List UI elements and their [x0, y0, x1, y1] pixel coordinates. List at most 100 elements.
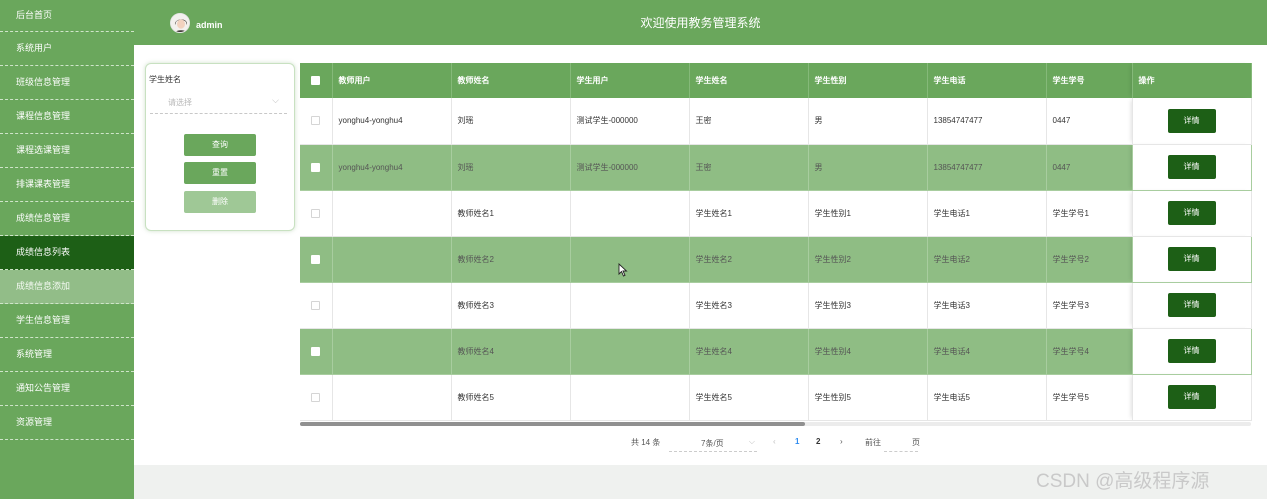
cell-teacher-user [332, 282, 452, 329]
cell-teacher-name: 教师姓名5 [451, 374, 571, 421]
sidebar-item-course-selection[interactable]: 课程选课管理 [0, 134, 134, 168]
chevron-down-icon: ⌵ [748, 437, 755, 446]
select-all-checkbox[interactable] [300, 63, 333, 98]
cell-phone: 13854747477 [927, 144, 1047, 191]
cell-teacher-user [332, 374, 452, 421]
col-header-teacher-name[interactable]: 教师姓名 [451, 63, 571, 98]
cell-actions: 详情 [1132, 328, 1252, 375]
col-header-teacher-user[interactable]: 教师用户 [332, 63, 452, 98]
sidebar-item-grade-info[interactable]: 成绩信息管理 [0, 202, 134, 236]
cell-gender: 男 [808, 144, 928, 191]
page-2-button[interactable]: 2 [816, 437, 820, 446]
cell-gender: 学生性别4 [808, 328, 928, 375]
page-size-select[interactable]: 7条/页 ⌵ [669, 437, 757, 452]
cell-teacher-name: 教师姓名1 [451, 190, 571, 237]
detail-button[interactable]: 详情 [1167, 293, 1216, 317]
cell-actions: 详情 [1132, 98, 1252, 145]
cell-student-user [570, 236, 690, 283]
sidebar-item-system-manage[interactable]: 系统管理 [0, 338, 134, 372]
cell-student-user [570, 282, 690, 329]
prev-page-button[interactable]: ‹ [773, 437, 776, 446]
table-row[interactable]: 教师姓名3 学生姓名3 学生性别3 学生电话3 学生学号3 详情 [300, 282, 1252, 329]
search-panel: 学生姓名 请选择 ⌵ 查询 重置 删除 [145, 63, 295, 231]
cell-student-name: 学生姓名1 [689, 190, 809, 237]
sidebar-item-grade-add[interactable]: 成绩信息添加 [0, 270, 134, 304]
cell-teacher-user: yonghu4-yonghu4 [332, 98, 452, 145]
chevron-down-icon: ⌵ [272, 95, 279, 105]
table-row[interactable]: 教师姓名4 学生姓名4 学生性别4 学生电话4 学生学号4 详情 [300, 328, 1252, 375]
cell-actions: 详情 [1132, 282, 1252, 329]
cell-student-user: 测试学生-000000 [570, 144, 690, 191]
cell-teacher-name: 教师姓名2 [451, 236, 571, 283]
goto-label: 前往 [865, 438, 881, 447]
col-header-student-user[interactable]: 学生用户 [570, 63, 690, 98]
cell-gender: 学生性别2 [808, 236, 928, 283]
cell-phone: 学生电话2 [927, 236, 1047, 283]
detail-button[interactable]: 详情 [1167, 385, 1216, 409]
delete-button[interactable]: 删除 [184, 191, 256, 213]
row-checkbox[interactable] [300, 282, 333, 329]
sidebar-item-schedule[interactable]: 排课课表管理 [0, 168, 134, 202]
cell-phone: 学生电话5 [927, 374, 1047, 421]
cell-student-no: 0447 [1046, 98, 1133, 145]
next-page-button[interactable]: › [840, 437, 843, 446]
table-row[interactable]: 教师姓名2 学生姓名2 学生性别2 学生电话2 学生学号2 详情 [300, 236, 1252, 283]
sidebar-item-course-info[interactable]: 课程信息管理 [0, 100, 134, 134]
col-header-student-name[interactable]: 学生姓名 [689, 63, 809, 98]
sidebar-item-student-info[interactable]: 学生信息管理 [0, 304, 134, 338]
cell-actions: 详情 [1132, 144, 1252, 191]
sidebar-item-grade-list[interactable]: 成绩信息列表 [0, 236, 134, 270]
select-placeholder: 请选择 [168, 98, 192, 107]
cell-student-no: 学生学号4 [1046, 328, 1133, 375]
cell-student-user: 测试学生-000000 [570, 98, 690, 145]
sidebar-item-system-users[interactable]: 系统用户 [0, 32, 134, 66]
cell-student-no: 学生学号3 [1046, 282, 1133, 329]
col-header-student-phone[interactable]: 学生电话 [927, 63, 1047, 98]
row-checkbox[interactable] [300, 328, 333, 375]
cell-teacher-user [332, 190, 452, 237]
student-name-label: 学生姓名 [149, 75, 181, 84]
sidebar-item-notice[interactable]: 通知公告管理 [0, 372, 134, 406]
cell-student-name: 学生姓名5 [689, 374, 809, 421]
cell-phone: 学生电话1 [927, 190, 1047, 237]
cell-student-no: 学生学号1 [1046, 190, 1133, 237]
query-button[interactable]: 查询 [184, 134, 256, 156]
table-row[interactable]: 教师姓名1 学生姓名1 学生性别1 学生电话1 学生学号1 详情 [300, 190, 1252, 237]
row-checkbox[interactable] [300, 98, 333, 145]
page-1-button[interactable]: 1 [795, 437, 799, 446]
cell-teacher-user [332, 328, 452, 375]
detail-button[interactable]: 详情 [1167, 108, 1216, 133]
reset-button[interactable]: 重置 [184, 162, 256, 184]
detail-button[interactable]: 详情 [1167, 247, 1216, 271]
grade-table: 教师用户 教师姓名 学生用户 学生姓名 学生性别 学生电话 学生学号 操作 yo… [300, 63, 1252, 421]
sidebar-item-class-info[interactable]: 班级信息管理 [0, 66, 134, 100]
table-row[interactable]: yonghu4-yonghu4 刘瑶 测试学生-000000 王密 男 1385… [300, 144, 1252, 191]
watermark: CSDN @高级程序源 [1036, 471, 1210, 492]
page-unit-label: 页 [912, 438, 920, 447]
row-checkbox[interactable] [300, 144, 333, 191]
sidebar-item-home[interactable]: 后台首页 [0, 0, 134, 32]
row-checkbox[interactable] [300, 190, 333, 237]
cell-teacher-name: 刘瑶 [451, 98, 571, 145]
scrollbar-thumb[interactable] [300, 422, 805, 426]
detail-button[interactable]: 详情 [1167, 339, 1216, 363]
detail-button[interactable]: 详情 [1167, 201, 1216, 225]
col-header-student-gender[interactable]: 学生性别 [808, 63, 928, 98]
table-row[interactable]: yonghu4-yonghu4 刘瑶 测试学生-000000 王密 男 1385… [300, 98, 1252, 145]
cell-student-user [570, 328, 690, 375]
row-checkbox[interactable] [300, 236, 333, 283]
cell-gender: 学生性别1 [808, 190, 928, 237]
horizontal-scrollbar[interactable] [300, 422, 1251, 426]
cell-teacher-name: 教师姓名4 [451, 328, 571, 375]
detail-button[interactable]: 详情 [1167, 155, 1216, 179]
cell-student-name: 王密 [689, 144, 809, 191]
sidebar-item-resources[interactable]: 资源管理 [0, 406, 134, 440]
row-checkbox[interactable] [300, 374, 333, 421]
cell-student-no: 学生学号2 [1046, 236, 1133, 283]
pagination-total: 共 14 条 [631, 438, 661, 447]
table-row[interactable]: 教师姓名5 学生姓名5 学生性别5 学生电话5 学生学号5 详情 [300, 374, 1252, 421]
cell-student-name: 学生姓名4 [689, 328, 809, 375]
col-header-student-no[interactable]: 学生学号 [1046, 63, 1133, 98]
page-size-value: 7条/页 [701, 439, 724, 448]
student-name-select[interactable]: 请选择 ⌵ [150, 92, 287, 114]
